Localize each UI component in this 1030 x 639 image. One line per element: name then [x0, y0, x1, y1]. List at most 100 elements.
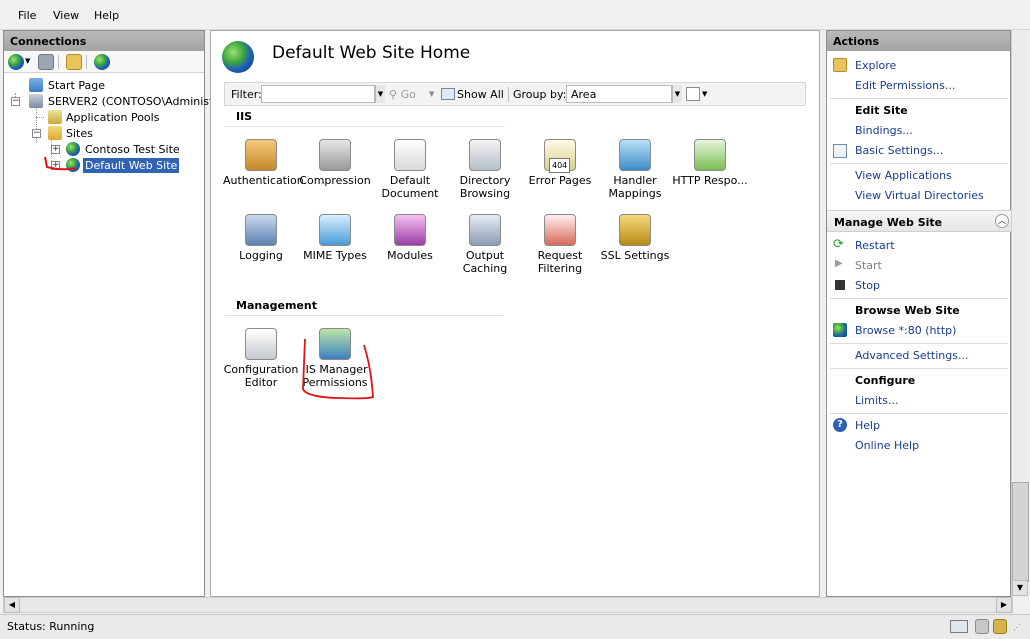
feature-label: Modules — [387, 249, 433, 262]
action-browse-80[interactable]: Browse *:80 (http) — [855, 324, 956, 337]
go-button[interactable]: ⚲ Go — [389, 88, 416, 101]
action-view-applications[interactable]: View Applications — [855, 169, 952, 182]
connect-icon[interactable] — [8, 54, 24, 70]
action-limits[interactable]: Limits... — [855, 394, 899, 407]
collapse-section-icon[interactable]: ︿ — [995, 214, 1009, 228]
vertical-scrollbar[interactable]: ▼ — [1011, 30, 1029, 597]
feature-authentication[interactable]: Authentication — [223, 139, 304, 187]
action-stop[interactable]: Stop — [855, 279, 880, 292]
feature-label: Authentication — [223, 174, 304, 187]
red-annotation-mark — [44, 156, 77, 171]
help-icon: ? — [833, 418, 847, 432]
scroll-down-icon[interactable]: ▼ — [1012, 580, 1028, 596]
horizontal-scrollbar[interactable]: ◀ ▶ — [3, 597, 1013, 613]
actions-separator — [830, 343, 1008, 344]
action-edit-permissions[interactable]: Edit Permissions... — [855, 79, 955, 92]
error-code-badge: 404 — [549, 158, 571, 173]
action-explore[interactable]: Explore — [855, 59, 896, 72]
handler-mappings-icon — [619, 139, 651, 171]
show-all-button[interactable]: Show All — [441, 88, 504, 101]
tree-line — [36, 117, 44, 118]
group-by-select[interactable]: Area — [566, 85, 672, 103]
scroll-left-icon[interactable]: ◀ — [4, 597, 20, 613]
filter-bar: Filter: ▼ ⚲ Go ▼ Show All Group by: Area… — [224, 82, 806, 106]
feature-label: Directory Browsing — [459, 174, 511, 200]
menu-file[interactable]: File — [18, 9, 36, 22]
actions-separator — [830, 98, 1008, 99]
feature-http-response[interactable]: HTTP Respo... — [672, 139, 748, 187]
feature-label: Logging — [239, 249, 283, 262]
tree-default-web-site[interactable]: Default Web Site — [83, 158, 180, 173]
feature-default-document[interactable]: Default Document — [372, 139, 448, 200]
feature-configuration-editor[interactable]: Configuration Editor — [223, 328, 299, 389]
stop-icon — [835, 280, 845, 290]
site-globe-icon — [66, 142, 80, 156]
browse-icon — [833, 323, 847, 337]
network-icon — [950, 620, 968, 633]
action-restart[interactable]: Restart — [855, 239, 895, 252]
feature-compression[interactable]: Compression — [297, 139, 373, 187]
feature-label: Compression — [299, 174, 371, 187]
filter-input[interactable] — [261, 85, 375, 103]
filter-dropdown-icon[interactable]: ▼ — [375, 85, 385, 103]
tree-contoso-test-site[interactable]: Contoso Test Site — [85, 142, 180, 157]
connections-title: Connections — [4, 31, 204, 51]
authentication-icon — [245, 139, 277, 171]
view-mode-icon[interactable] — [686, 87, 700, 101]
action-basic-settings[interactable]: Basic Settings... — [855, 144, 943, 157]
server-icon — [29, 94, 43, 108]
feature-label: Error Pages — [528, 174, 592, 187]
page-title: Default Web Site Home — [272, 43, 471, 63]
status-bar: Status: Running ⋰ — [0, 614, 1030, 639]
disconnect-icon[interactable] — [94, 54, 110, 70]
feature-label: Configuration Editor — [223, 363, 299, 389]
feature-ssl-settings[interactable]: SSL Settings — [597, 214, 673, 262]
collapse-sites-icon[interactable]: − — [32, 129, 41, 138]
resize-grip-icon[interactable]: ⋰ — [1013, 623, 1021, 632]
tree-server[interactable]: SERVER2 (CONTOSO\Administra — [48, 94, 225, 109]
feature-label: HTTP Respo... — [672, 174, 748, 187]
tree-start-page[interactable]: Start Page — [48, 78, 105, 93]
collapse-server-icon[interactable]: − — [11, 97, 20, 106]
tree-application-pools[interactable]: Application Pools — [66, 110, 159, 125]
feature-output-caching[interactable]: Output Caching — [447, 214, 523, 275]
action-bindings[interactable]: Bindings... — [855, 124, 913, 137]
save-icon[interactable] — [38, 54, 54, 70]
feature-label: MIME Types — [303, 249, 367, 262]
group-by-dropdown-icon[interactable]: ▼ — [672, 85, 682, 103]
toolbar-divider — [58, 55, 59, 69]
feature-mime-types[interactable]: MIME Types — [297, 214, 373, 262]
feature-directory-browsing[interactable]: Directory Browsing — [447, 139, 523, 200]
action-view-virtual-directories[interactable]: View Virtual Directories — [855, 189, 984, 202]
menu-help[interactable]: Help — [94, 9, 119, 22]
action-advanced-settings[interactable]: Advanced Settings... — [855, 349, 968, 362]
go-dropdown-icon[interactable]: ▼ — [429, 90, 434, 98]
basic-settings-icon — [833, 144, 847, 158]
connect-dropdown-icon[interactable]: ▼ — [25, 57, 30, 65]
actions-separator — [830, 368, 1008, 369]
feature-request-filtering[interactable]: Request Filtering — [522, 214, 598, 275]
action-help[interactable]: Help — [855, 419, 880, 432]
modules-icon — [394, 214, 426, 246]
expand-site-icon[interactable]: + — [51, 145, 60, 154]
actions-title: Actions — [827, 31, 1010, 51]
tree-sites[interactable]: Sites — [66, 126, 93, 141]
feature-handler-mappings[interactable]: Handler Mappings — [597, 139, 673, 200]
configuration-editor-icon — [245, 328, 277, 360]
filter-label: Filter: — [231, 88, 262, 101]
scroll-thumb[interactable] — [1012, 482, 1029, 582]
up-folder-icon[interactable] — [66, 54, 82, 70]
heading-configure: Configure — [855, 374, 916, 387]
feature-logging[interactable]: Logging — [223, 214, 299, 262]
scroll-right-icon[interactable]: ▶ — [996, 597, 1012, 613]
group-by-label: Group by: — [513, 88, 567, 101]
menu-view[interactable]: View — [53, 9, 79, 22]
mime-types-icon — [319, 214, 351, 246]
lock-icon — [975, 619, 989, 634]
feature-error-pages[interactable]: 404 Error Pages — [522, 139, 598, 187]
default-document-icon — [394, 139, 426, 171]
toolbar-divider — [86, 55, 87, 69]
view-mode-dropdown-icon[interactable]: ▼ — [702, 90, 707, 98]
feature-modules[interactable]: Modules — [372, 214, 448, 262]
action-online-help[interactable]: Online Help — [855, 439, 919, 452]
